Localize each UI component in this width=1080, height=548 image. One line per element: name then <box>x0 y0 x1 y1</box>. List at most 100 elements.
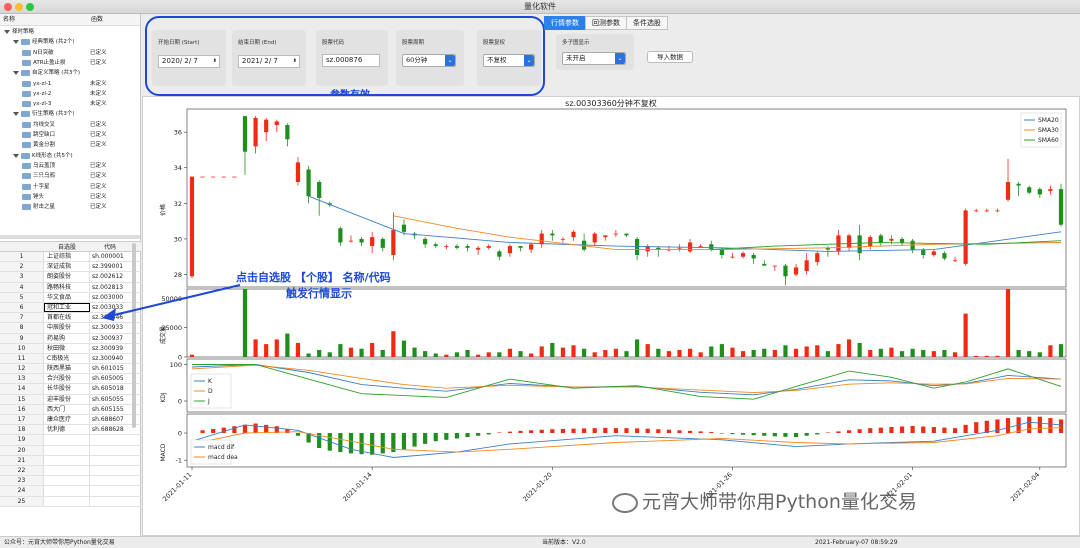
stock-name-cell[interactable]: 陕西黑猫 <box>44 364 90 374</box>
stock-row[interactable]: 23 <box>0 476 141 487</box>
import-data-button[interactable]: 导入数据 <box>647 51 693 63</box>
stock-code-cell[interactable]: sz.300937 <box>90 334 130 343</box>
stock-row[interactable]: 24 <box>0 486 141 497</box>
stock-code-cell[interactable] <box>90 456 130 465</box>
stock-row[interactable]: 20 <box>0 445 141 456</box>
tab-market-params[interactable]: 行情参数 <box>544 16 586 30</box>
stock-name-cell[interactable]: 朗姿股份 <box>44 272 90 282</box>
stock-name-cell[interactable]: 深证成指 <box>44 262 90 272</box>
tree-item[interactable]: 十字星 已定义 <box>22 182 140 192</box>
stock-name-cell[interactable]: 上证综指 <box>44 252 90 262</box>
panel-splitter[interactable] <box>0 235 140 239</box>
tree-item[interactable]: 均线交叉 已定义 <box>22 120 140 130</box>
minimize-window-button[interactable] <box>15 3 23 11</box>
stock-row[interactable]: 1 上证综指 sh.000001 <box>0 252 141 263</box>
stock-code-cell[interactable] <box>90 446 130 455</box>
stock-name-cell[interactable]: 西大门 <box>44 404 90 414</box>
tree-item[interactable]: 三只乌鸦 已定义 <box>22 171 140 181</box>
stock-row[interactable]: 16 西大门 sh.605155 <box>0 404 141 415</box>
candle-body <box>221 176 226 178</box>
tree-item[interactable]: 射击之星 已定义 <box>22 202 140 212</box>
expand-toggle-icon[interactable] <box>13 112 19 117</box>
stock-code-cell[interactable]: sh.605155 <box>90 405 130 414</box>
tab-stock-screening[interactable]: 条件选股 <box>626 16 668 30</box>
tree-item[interactable]: N日突破 已定义 <box>22 48 140 58</box>
stock-row[interactable]: 19 <box>0 435 141 446</box>
stock-row[interactable]: 17 康众医疗 sh.688607 <box>0 415 141 426</box>
tree-item[interactable]: 乌云盖顶 已定义 <box>22 161 140 171</box>
stock-code-cell[interactable]: sz.300939 <box>90 344 130 353</box>
stock-code-cell[interactable]: sh.605018 <box>90 384 130 393</box>
stock-name-cell[interactable] <box>44 486 90 496</box>
stock-name-cell[interactable] <box>44 465 90 476</box>
stock-row[interactable]: 9 药易购 sz.300937 <box>0 333 141 344</box>
stock-name-cell[interactable] <box>44 496 90 506</box>
candle-body <box>762 263 767 266</box>
stock-name-cell[interactable]: C南极光 <box>44 353 90 364</box>
stock-name-cell[interactable]: 优利德 <box>44 425 90 435</box>
stock-code-cell[interactable] <box>90 497 130 506</box>
stock-name-cell[interactable]: 首都在线 <box>44 313 90 323</box>
stock-row[interactable]: 15 迎丰股份 sh.605055 <box>0 394 141 405</box>
tree-item[interactable]: yx-zl-3 未定义 <box>22 99 140 109</box>
stock-row[interactable]: 12 陕西黑猫 sh.601015 <box>0 364 141 375</box>
stock-row[interactable]: 18 优利德 sh.688628 <box>0 425 141 436</box>
stock-name-cell[interactable]: 秋田微 <box>44 343 90 353</box>
stock-code-cell[interactable]: sh.605055 <box>90 395 130 404</box>
tree-item[interactable]: ATR止盈止损 已定义 <box>22 58 140 68</box>
stock-code-cell[interactable]: sz.399001 <box>90 262 130 271</box>
tree-item[interactable]: 自定义策略 (共3个) <box>13 68 140 78</box>
stock-code-cell[interactable] <box>90 476 130 485</box>
stock-name-cell[interactable]: 长华股份 <box>44 384 90 394</box>
stock-row[interactable]: 22 <box>0 465 141 477</box>
stock-name-cell[interactable]: 冠和工业 <box>44 302 90 313</box>
stock-code-cell[interactable]: sh.688607 <box>90 415 130 424</box>
stock-table-scrollbar[interactable] <box>132 243 136 428</box>
stock-name-cell[interactable] <box>44 476 90 486</box>
tree-item[interactable]: yx-zl-1 未定义 <box>22 79 140 89</box>
tab-backtest-params[interactable]: 回测参数 <box>585 16 627 30</box>
stock-code-cell[interactable] <box>90 466 130 475</box>
candle-body <box>571 231 576 238</box>
stock-name-cell[interactable]: 合兴股份 <box>44 374 90 384</box>
stock-code-cell[interactable] <box>90 486 130 495</box>
tree-item[interactable]: 跳空缺口 已定义 <box>22 130 140 140</box>
stock-name-cell[interactable] <box>44 435 90 445</box>
zoom-window-button[interactable] <box>26 3 34 11</box>
stock-name-cell[interactable]: 康众医疗 <box>44 415 90 425</box>
stock-code-cell[interactable] <box>90 435 130 444</box>
stock-name-cell[interactable] <box>44 445 90 455</box>
stock-name-cell[interactable]: 路畅科技 <box>44 282 90 292</box>
stock-code-cell[interactable]: sz.300940 <box>90 354 130 363</box>
tree-item[interactable]: 经典策略 (共2个) <box>13 37 140 47</box>
tree-item[interactable]: K线形态 (共5个) <box>13 151 140 161</box>
stock-row[interactable]: 14 长华股份 sh.605018 <box>0 384 141 395</box>
multi-plot-select[interactable]: 未开启 ⌄ <box>562 52 626 65</box>
stock-name-cell[interactable]: 迎丰股份 <box>44 394 90 404</box>
stock-code-cell[interactable]: sh.688628 <box>90 425 130 434</box>
stock-code-cell[interactable]: sh.000001 <box>90 252 130 261</box>
stock-row[interactable]: 11 C南极光 sz.300940 <box>0 353 141 365</box>
stock-code-cell[interactable]: sh.605005 <box>90 374 130 383</box>
tree-item[interactable]: 锤头 已定义 <box>22 192 140 202</box>
stock-name-cell[interactable] <box>44 455 90 465</box>
expand-toggle-icon[interactable] <box>13 71 19 76</box>
expand-toggle-icon[interactable] <box>13 153 19 158</box>
stock-name-cell[interactable]: 中辰股份 <box>44 323 90 333</box>
strategy-tree[interactable]: 择时策略 经典策略 (共2个) N日突破 已定义 ATR止盈止损 已定义 自定义策略 (共3… <box>0 26 140 216</box>
tree-item[interactable]: 黄金分割 已定义 <box>22 140 140 150</box>
tree-item[interactable]: 衍生策略 (共3个) <box>13 109 140 119</box>
expand-toggle-icon[interactable] <box>13 40 19 45</box>
stock-name-cell[interactable]: 药易购 <box>44 333 90 343</box>
stock-row[interactable]: 25 <box>0 496 141 507</box>
expand-toggle-icon[interactable] <box>4 30 10 34</box>
tree-item[interactable]: yx-zl-2 未定义 <box>22 89 140 99</box>
stock-name-cell[interactable]: 华文食品 <box>44 292 90 302</box>
stock-row[interactable]: 10 秋田微 sz.300939 <box>0 343 141 354</box>
close-window-button[interactable] <box>4 3 12 11</box>
stock-row[interactable]: 2 深证成指 sz.399001 <box>0 262 141 273</box>
stock-row[interactable]: 21 <box>0 455 141 466</box>
tree-item[interactable]: 择时策略 <box>4 27 140 37</box>
stock-row[interactable]: 13 合兴股份 sh.605005 <box>0 374 141 385</box>
stock-code-cell[interactable]: sh.601015 <box>90 364 130 373</box>
